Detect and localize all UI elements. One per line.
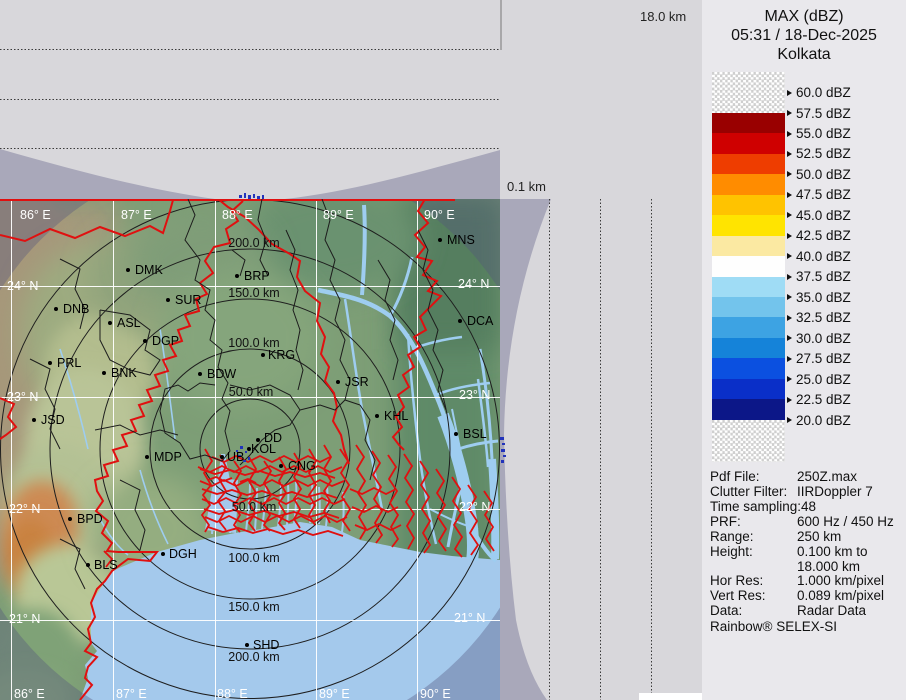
svg-text:BSL: BSL xyxy=(463,427,487,441)
svg-text:MDP: MDP xyxy=(154,450,182,464)
svg-text:150.0 km: 150.0 km xyxy=(228,600,279,614)
svg-text:CNG: CNG xyxy=(288,459,316,473)
svg-text:86° E: 86° E xyxy=(14,687,45,700)
svg-text:SHD: SHD xyxy=(253,638,279,652)
svg-text:90° E: 90° E xyxy=(424,208,455,222)
svg-text:KRG: KRG xyxy=(268,348,295,362)
svg-text:JSD: JSD xyxy=(41,413,65,427)
svg-text:BDW: BDW xyxy=(207,367,236,381)
svg-text:BLS: BLS xyxy=(94,558,118,572)
svg-text:MNS: MNS xyxy=(447,233,475,247)
svg-text:22° N: 22° N xyxy=(459,500,490,514)
svg-text:KOL: KOL xyxy=(251,442,276,456)
svg-text:89° E: 89° E xyxy=(319,687,350,700)
svg-text:90° E: 90° E xyxy=(420,687,451,700)
svg-text:DGH: DGH xyxy=(169,547,197,561)
svg-text:24° N: 24° N xyxy=(7,279,38,293)
svg-text:87° E: 87° E xyxy=(121,208,152,222)
svg-text:21° N: 21° N xyxy=(454,611,485,625)
svg-text:SUR: SUR xyxy=(175,293,201,307)
svg-text:88° E: 88° E xyxy=(222,208,253,222)
svg-text:21° N: 21° N xyxy=(9,612,40,626)
svg-text:22° N: 22° N xyxy=(9,502,40,516)
svg-text:KHL: KHL xyxy=(384,409,408,423)
svg-text:BNK: BNK xyxy=(111,366,137,380)
svg-text:89° E: 89° E xyxy=(323,208,354,222)
svg-text:23° N: 23° N xyxy=(7,390,38,404)
svg-text:200.0 km: 200.0 km xyxy=(228,650,279,664)
svg-text:ASL: ASL xyxy=(117,316,141,330)
svg-text:100.0 km: 100.0 km xyxy=(228,551,279,565)
svg-text:UB: UB xyxy=(227,450,244,464)
svg-text:PRL: PRL xyxy=(57,356,81,370)
svg-text:DGP: DGP xyxy=(152,334,179,348)
svg-text:DNB: DNB xyxy=(63,302,89,316)
svg-text:87° E: 87° E xyxy=(116,687,147,700)
svg-text:86° E: 86° E xyxy=(20,208,51,222)
svg-text:23° N: 23° N xyxy=(459,388,490,402)
svg-text:24° N: 24° N xyxy=(458,277,489,291)
svg-text:BPD: BPD xyxy=(77,512,103,526)
svg-text:88° E: 88° E xyxy=(217,687,248,700)
svg-text:BRP: BRP xyxy=(244,269,270,283)
svg-text:150.0 km: 150.0 km xyxy=(228,286,279,300)
svg-text:50.0 km: 50.0 km xyxy=(232,500,276,514)
svg-text:DCA: DCA xyxy=(467,314,494,328)
svg-text:DMK: DMK xyxy=(135,263,163,277)
svg-text:200.0 km: 200.0 km xyxy=(228,236,279,250)
svg-text:50.0 km: 50.0 km xyxy=(229,385,273,399)
svg-text:JSR: JSR xyxy=(345,375,369,389)
